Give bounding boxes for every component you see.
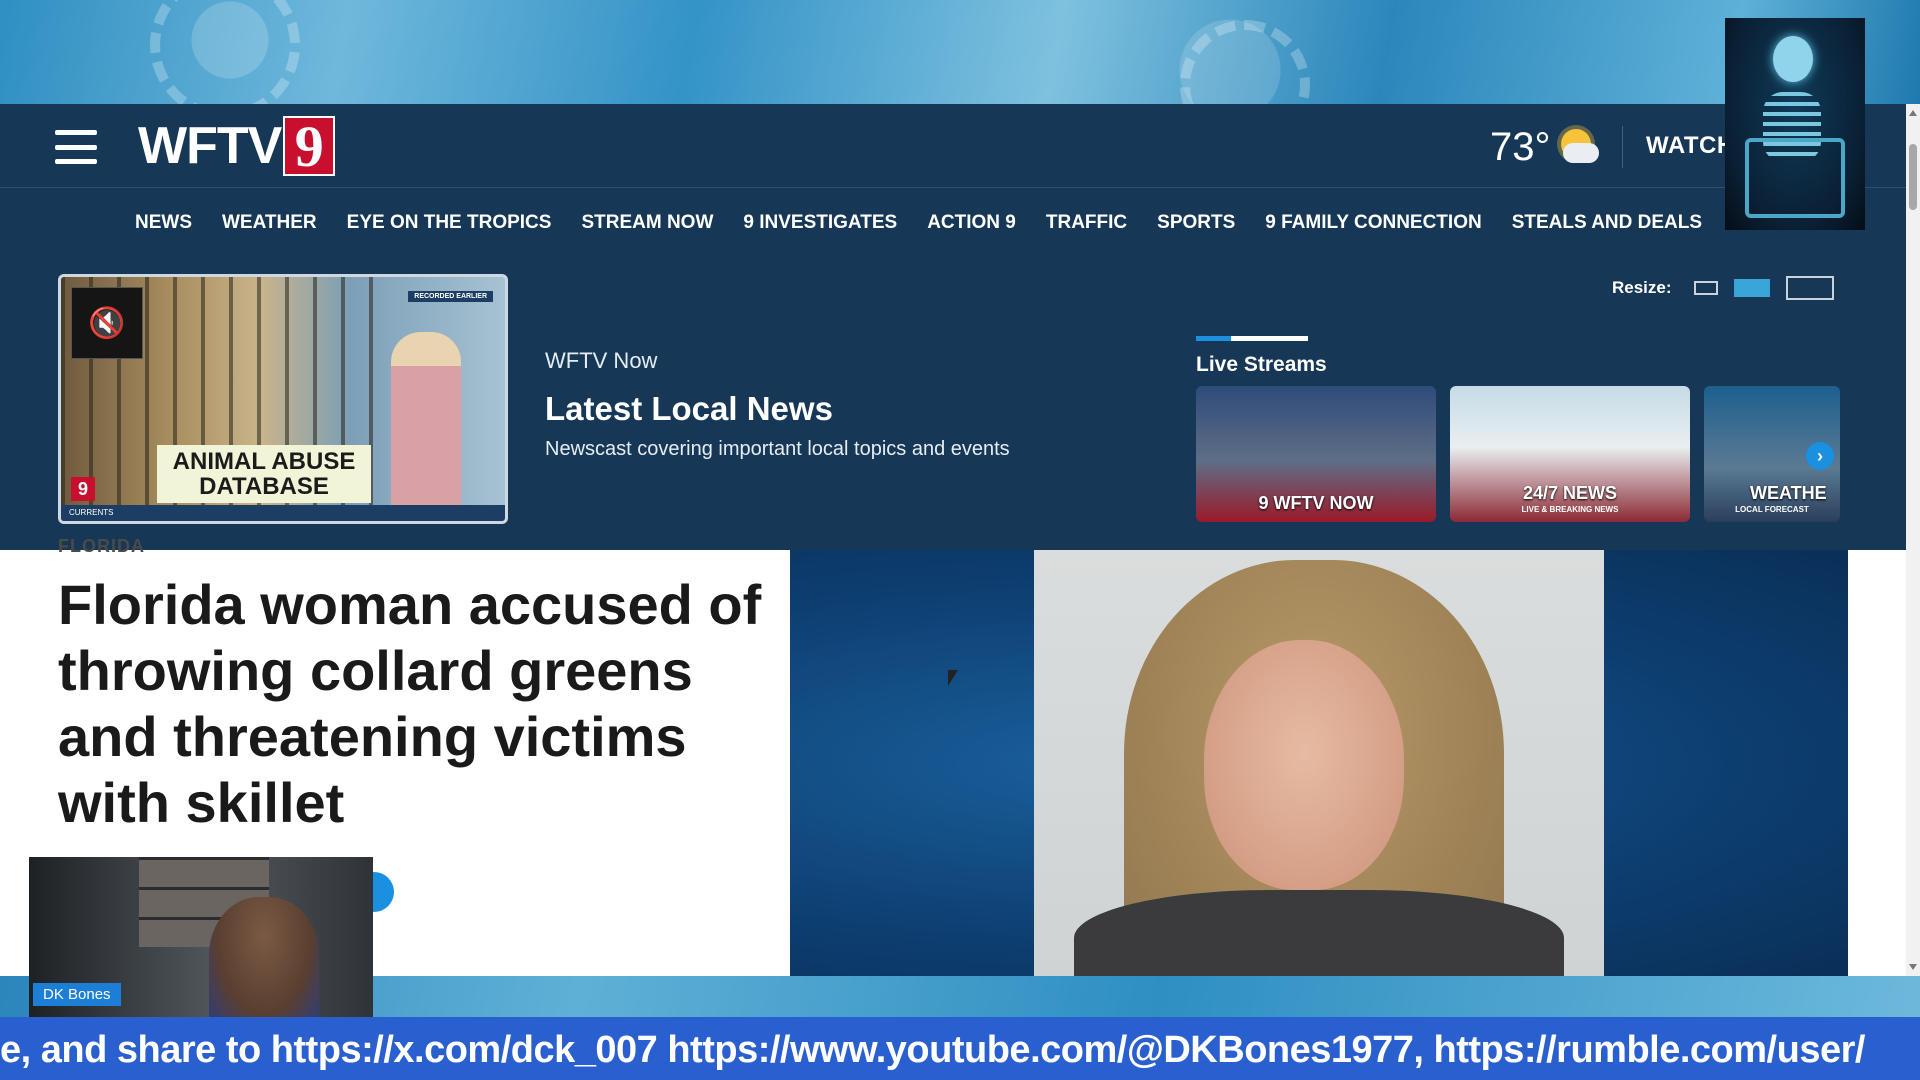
header-divider (1622, 126, 1623, 168)
live-streams-progress (1196, 336, 1308, 341)
live-stream-sublabel: LOCAL FORECAST (1735, 505, 1809, 514)
live-stream-card[interactable]: 9 WFTV NOW (1196, 386, 1436, 522)
hamburger-menu-icon[interactable] (55, 130, 97, 164)
nav-item-weather[interactable]: WEATHER (222, 212, 317, 234)
recorded-badge: RECORDED EARLIER (408, 291, 493, 302)
site-header: WFTV 9 73° WATCH NEWS WEATHER EYE ON THE… (0, 104, 1906, 550)
live-stream-label: 9 WFTV NOW (1258, 493, 1374, 513)
nav-item-9-family-connection[interactable]: 9 FAMILY CONNECTION (1265, 212, 1481, 234)
live-stream-label: WEATHE (1750, 483, 1827, 503)
logo-text: WFTV (138, 117, 282, 175)
article-image (790, 550, 1848, 976)
live-streams-row: 9 WFTV NOW 24/7 NEWS LIVE & BREAKING NEW… (1196, 386, 1840, 522)
nav-item-steals-and-deals[interactable]: STEALS AND DEALS (1512, 212, 1702, 234)
page-scrollbar[interactable] (1906, 104, 1920, 976)
ticker-text: e, and share to https://x.com/dck_007 ht… (0, 1029, 1865, 1071)
feature-description: Newscast covering important local topics… (545, 438, 1010, 460)
lower-third: CURRENTS (61, 505, 505, 521)
resize-label: Resize: (1612, 278, 1672, 297)
live-stream-card[interactable]: 24/7 NEWS LIVE & BREAKING NEWS (1450, 386, 1690, 522)
scroll-down-icon[interactable] (1909, 964, 1917, 970)
nav-item-news[interactable]: NEWS (135, 212, 192, 234)
nav-item-stream-now[interactable]: STREAM NOW (581, 212, 713, 234)
channel-bug: 9 (71, 477, 95, 501)
video-player[interactable]: RECORDED EARLIER 🔇 ANIMAL ABUSE DATABASE… (58, 274, 508, 524)
gear-decoration (150, 0, 300, 120)
live-streams-progress-fill (1196, 336, 1231, 341)
top-bar: WFTV 9 73° WATCH (0, 104, 1906, 188)
logo-nine-badge: 9 (283, 114, 336, 179)
chevron-right-icon[interactable]: › (1806, 442, 1834, 470)
temperature: 73° (1490, 124, 1551, 169)
skeleton-overlay-image (1725, 18, 1865, 230)
mouse-cursor-icon (948, 670, 958, 686)
feature-kicker: WFTV Now (545, 348, 658, 373)
live-stream-sublabel: LIVE & BREAKING NEWS (1521, 505, 1619, 514)
partly-sunny-icon (1557, 127, 1601, 167)
live-stream-label: 24/7 NEWS (1522, 483, 1618, 503)
resize-small-button[interactable] (1693, 281, 1718, 295)
resize-large-button[interactable] (1785, 276, 1834, 300)
browser-page: WFTV 9 73° WATCH NEWS WEATHER EYE ON THE… (0, 104, 1920, 976)
resize-medium-button[interactable] (1733, 279, 1770, 297)
main-nav: NEWS WEATHER EYE ON THE TROPICS STREAM N… (135, 208, 1850, 238)
stream-ticker: e, and share to https://x.com/dck_007 ht… (0, 1017, 1920, 1080)
live-streams-title: Live Streams (1196, 353, 1327, 376)
nav-item-traffic[interactable]: TRAFFIC (1046, 212, 1127, 234)
article-headline: Florida woman accused of throwing collar… (58, 573, 762, 834)
stream-background-top (0, 0, 1920, 150)
nav-item-action-9[interactable]: ACTION 9 (927, 212, 1016, 234)
featured-stream-info: WFTV Now Latest Local News Newscast cove… (545, 348, 1010, 461)
resize-control: Resize: (1612, 276, 1850, 300)
feature-title[interactable]: Latest Local News (545, 390, 1010, 428)
nav-item-eye-on-the-tropics[interactable]: EYE ON THE TROPICS (347, 212, 552, 234)
site-logo[interactable]: WFTV 9 (138, 114, 336, 179)
article-category[interactable]: FLORIDA (58, 536, 145, 557)
weather-widget[interactable]: 73° (1490, 122, 1601, 172)
live-streams: Live Streams 9 WFTV NOW 24/7 NEWS LIVE &… (1196, 336, 1840, 522)
mugshot-photo (1034, 550, 1604, 976)
scroll-up-icon[interactable] (1909, 110, 1917, 116)
webcam-name-tag: DK Bones (33, 983, 121, 1006)
video-frame-anchor (391, 332, 461, 521)
nav-item-sports[interactable]: SPORTS (1157, 212, 1235, 234)
watch-link[interactable]: WATCH (1646, 132, 1735, 160)
muted-speaker-icon[interactable]: 🔇 (71, 287, 143, 359)
video-banner: ANIMAL ABUSE DATABASE (157, 445, 371, 503)
nav-item-9-investigates[interactable]: 9 INVESTIGATES (743, 212, 897, 234)
scrollbar-thumb[interactable] (1909, 144, 1917, 210)
